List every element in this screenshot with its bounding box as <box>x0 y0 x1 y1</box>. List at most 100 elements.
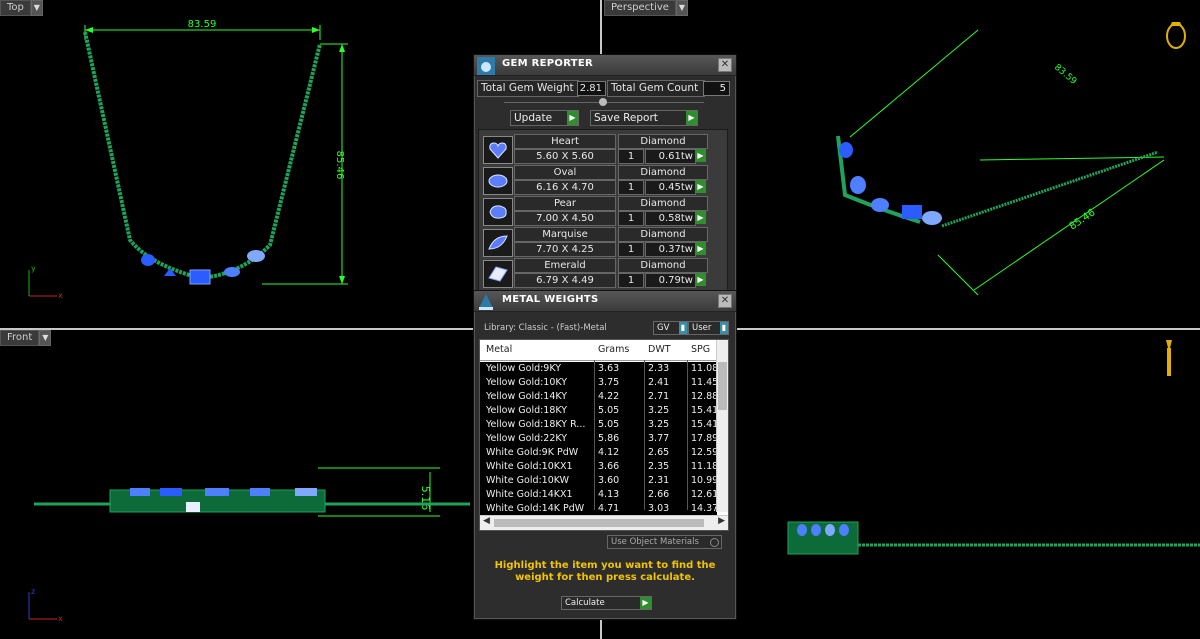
table-row[interactable]: Yellow Gold:18KY R... 5.05 3.25 15.41 <box>480 418 717 432</box>
gem-count: 1 <box>618 211 644 226</box>
gem-shape: Heart <box>514 134 616 149</box>
top-width-dimension: 83.59 <box>188 19 217 30</box>
library-label: Library: Classic - (Fast)-Metal <box>484 323 607 333</box>
persp-dimension-b: 85.46 <box>1068 207 1098 232</box>
metal-weights-icon <box>479 294 493 310</box>
scroll-thumb[interactable] <box>718 362 727 410</box>
close-icon[interactable]: ✕ <box>718 294 732 308</box>
chevron-left-icon[interactable]: ◀ <box>483 516 490 526</box>
table-row[interactable]: Yellow Gold:9KY 3.63 2.33 11.08 <box>480 362 717 376</box>
svg-text:y: y <box>31 264 36 273</box>
save-report-button[interactable]: Save Report ▶ <box>590 110 698 126</box>
column-header[interactable]: Grams <box>598 344 629 355</box>
gem-count: 1 <box>618 242 644 257</box>
gem-type: Diamond <box>618 165 708 180</box>
gem-shape: Pear <box>514 196 616 211</box>
gem-type: Diamond <box>618 227 708 242</box>
gem-shape: Emerald <box>514 258 616 273</box>
ring-icon <box>1166 22 1186 49</box>
heart-gem-icon <box>483 136 513 164</box>
total-gem-count-label: Total Gem Count <box>607 80 705 97</box>
column-header[interactable]: DWT <box>648 344 671 355</box>
gem-reporter-panel: GEM REPORTER ✕ Total Gem Weight 2.81 Tot… <box>473 54 737 306</box>
scroll-thumb[interactable] <box>494 519 704 527</box>
gem-count: 1 <box>618 273 644 288</box>
table-row[interactable]: Yellow Gold:14KY 4.22 2.71 12.88 <box>480 390 717 404</box>
use-object-materials-label: Use Object Materials <box>611 537 699 547</box>
front-height-dimension: 5.16 <box>419 486 432 511</box>
svg-text:x: x <box>58 614 63 623</box>
gem-size: 7.70 X 4.25 <box>514 242 616 257</box>
calculate-button[interactable]: Calculate ▶ <box>561 596 652 610</box>
gem-shape: Marquise <box>514 227 616 242</box>
table-row[interactable]: White Gold:14K PdW 4.71 3.03 14.37 <box>480 502 717 516</box>
play-icon[interactable]: ▶ <box>695 211 706 224</box>
gem-row[interactable]: Oval Diamond 6.16 X 4.70 1 0.45tw ▶ <box>479 165 727 195</box>
pear-gem-icon <box>483 198 513 226</box>
gem-row[interactable]: Pear Diamond 7.00 X 4.50 1 0.58tw ▶ <box>479 196 727 226</box>
play-icon[interactable]: ▶ <box>695 180 706 193</box>
table-row[interactable]: White Gold:9K PdW 4.12 2.65 12.59 <box>480 446 717 460</box>
play-icon[interactable]: ▶ <box>695 242 706 255</box>
gem-row[interactable]: Heart Diamond 5.60 X 5.60 1 0.61tw ▶ <box>479 134 727 164</box>
toggle-icon: ▮ <box>720 322 728 334</box>
gem-weight: 0.37tw <box>645 242 696 257</box>
gem-count: 1 <box>618 180 644 195</box>
metal-weights-title: METAL WEIGHTS <box>502 294 599 305</box>
metal-weights-panel: METAL WEIGHTS ✕ Library: Classic - (Fast… <box>473 290 737 620</box>
table-row[interactable]: Yellow Gold:22KY 5.86 3.77 17.89 <box>480 432 717 446</box>
splitter-handle-icon[interactable] <box>599 98 607 106</box>
gem-weight: 0.79tw <box>645 273 696 288</box>
oval-gem-icon <box>483 167 513 195</box>
save-report-label: Save Report <box>594 112 658 124</box>
column-header[interactable]: SPG <box>691 344 710 355</box>
play-icon: ▶ <box>640 597 651 609</box>
update-label: Update <box>514 112 553 124</box>
user-toggle[interactable]: User ▮ <box>688 321 729 335</box>
metal-weights-titlebar[interactable]: METAL WEIGHTS ✕ <box>474 291 736 312</box>
table-row[interactable]: Yellow Gold:10KY 3.75 2.41 11.45 <box>480 376 717 390</box>
play-icon[interactable]: ▶ <box>695 149 706 162</box>
gem-count: 1 <box>618 149 644 164</box>
gem-weight: 0.45tw <box>645 180 696 195</box>
calculate-label: Calculate <box>565 598 605 608</box>
play-icon: ▶ <box>567 111 578 125</box>
gem-shape: Oval <box>514 165 616 180</box>
gem-row[interactable]: Marquise Diamond 7.70 X 4.25 1 0.37tw ▶ <box>479 227 727 257</box>
total-gem-weight-value: 2.81 <box>577 81 606 96</box>
svg-text:x: x <box>58 291 63 300</box>
gem-type: Diamond <box>618 258 708 273</box>
metal-table[interactable]: Metal Grams DWT SPG Yellow Gold:9KY 3.63 2… <box>479 339 729 531</box>
gem-reporter-icon <box>477 57 495 75</box>
gem-reporter-title: GEM REPORTER <box>502 58 594 69</box>
table-row[interactable]: White Gold:10KW 3.60 2.31 10.99 <box>480 474 717 488</box>
chevron-right-icon[interactable]: ▶ <box>718 516 725 526</box>
play-icon: ▶ <box>686 111 697 125</box>
total-gem-count-value: 5 <box>703 81 730 96</box>
emerald-gem-icon <box>483 260 513 288</box>
svg-text:z: z <box>31 587 35 596</box>
vertical-scrollbar[interactable] <box>716 340 728 512</box>
use-object-materials-toggle[interactable]: Use Object Materials <box>607 535 722 549</box>
gem-size: 5.60 X 5.60 <box>514 149 616 164</box>
table-row[interactable]: White Gold:10KX1 3.66 2.35 11.18 <box>480 460 717 474</box>
gem-type: Diamond <box>618 196 708 211</box>
user-label: User <box>692 323 712 333</box>
gem-list[interactable]: Heart Diamond 5.60 X 5.60 1 0.61tw ▶ Ova… <box>478 129 728 306</box>
gv-label: GV <box>657 323 670 333</box>
gem-size: 6.16 X 4.70 <box>514 180 616 195</box>
gem-row[interactable]: Emerald Diamond 6.79 X 4.49 1 0.79tw ▶ <box>479 258 727 288</box>
marquise-gem-icon <box>483 229 513 257</box>
table-row[interactable]: Yellow Gold:18KY 5.05 3.25 15.41 <box>480 404 717 418</box>
column-header[interactable]: Metal <box>486 344 512 355</box>
play-icon[interactable]: ▶ <box>695 273 706 286</box>
radio-icon <box>710 538 719 547</box>
table-row[interactable]: White Gold:14KX1 4.13 2.66 12.61 <box>480 488 717 502</box>
update-button[interactable]: Update ▶ <box>510 110 579 126</box>
gv-toggle[interactable]: GV ▮ <box>653 321 688 335</box>
gem-size: 6.79 X 4.49 <box>514 273 616 288</box>
close-icon[interactable]: ✕ <box>718 58 732 72</box>
gem-weight: 0.58tw <box>645 211 696 226</box>
gem-reporter-titlebar[interactable]: GEM REPORTER ✕ <box>474 55 736 76</box>
horizontal-scrollbar[interactable]: ◀ ▶ <box>480 515 728 530</box>
